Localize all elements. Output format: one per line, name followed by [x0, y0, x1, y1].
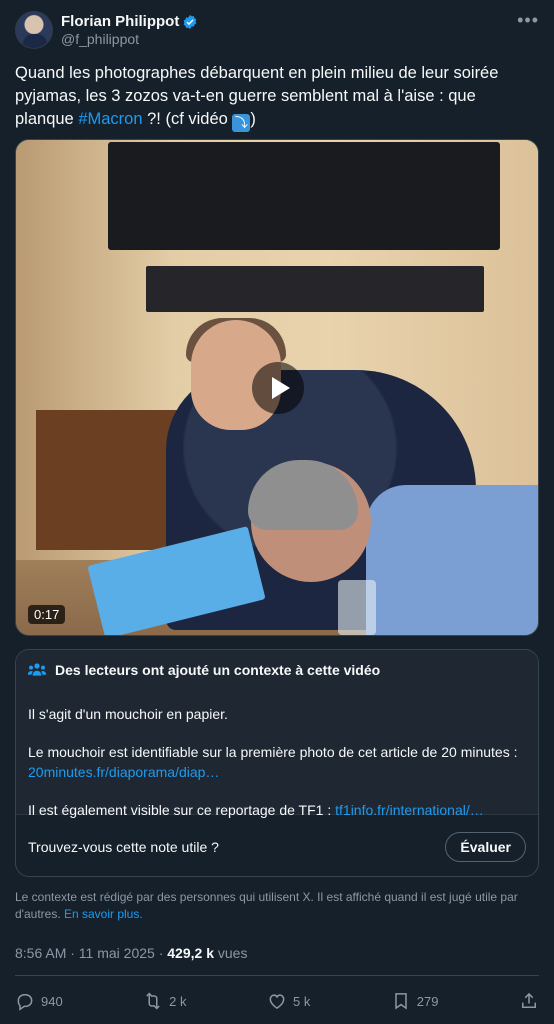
reply-icon	[17, 994, 33, 1011]
tweet-text-part2: ?! (cf vidéo	[142, 110, 233, 128]
video-frame-person-2	[366, 485, 538, 635]
note-line-3-text: Il est également visible sur ce reportag…	[28, 802, 336, 818]
community-note: Des lecteurs ont ajouté un contexte à ce…	[15, 649, 539, 877]
bookmark-count: 279	[416, 993, 439, 1009]
tweet-text-part3: )	[250, 110, 256, 128]
note-line-2: Le mouchoir est identifiable sur la prem…	[28, 742, 526, 782]
action-bar: 940 2 k 5 k 279	[15, 988, 539, 1014]
note-disclaimer: Le contexte est rédigé par des personnes…	[15, 889, 539, 923]
tweet-timestamp[interactable]: 8:56 AM · 11 mai 2025 ·	[15, 945, 167, 961]
note-link-tf1[interactable]: tf1info.fr/international/…	[335, 802, 484, 818]
rate-note-button[interactable]: Évaluer	[445, 831, 526, 862]
community-note-footer: Trouvez-vous cette note utile ? Évaluer	[16, 814, 538, 876]
like-button[interactable]: 5 k	[267, 991, 310, 1011]
tweet-text: Quand les photographes débarquent en ple…	[15, 62, 535, 132]
heart-icon	[269, 994, 285, 1009]
divider	[15, 975, 539, 976]
play-icon	[271, 377, 290, 399]
video-frame-glass	[338, 580, 376, 635]
reply-button[interactable]: 940	[15, 991, 63, 1011]
repost-count: 2 k	[169, 993, 187, 1009]
bookmark-icon	[395, 993, 407, 1010]
reply-count: 940	[41, 993, 63, 1009]
video-player[interactable]: 0:17	[15, 139, 539, 636]
arrow-down-emoji-icon: ⤵	[232, 114, 251, 132]
repost-icon	[146, 992, 160, 1010]
tweet-meta: 8:56 AM · 11 mai 2025 · 429,2 k vues	[15, 945, 247, 961]
repost-button[interactable]: 2 k	[143, 991, 187, 1011]
hashtag-link[interactable]: #Macron	[78, 110, 142, 128]
note-link-20minutes[interactable]: 20minutes.fr/diaporama/diap…	[28, 764, 219, 780]
bookmark-button[interactable]: 279	[391, 991, 439, 1011]
people-icon	[27, 663, 47, 676]
verified-badge-icon	[183, 14, 197, 29]
note-line-3: Il est également visible sur ce reportag…	[28, 800, 526, 820]
video-frame-speaker	[146, 266, 484, 312]
author-names: Florian Philippot @f_philippot	[61, 13, 198, 47]
share-button[interactable]	[519, 991, 539, 1011]
learn-more-link[interactable]: En savoir plus.	[64, 907, 143, 921]
author-handle[interactable]: @f_philippot	[61, 31, 198, 47]
community-note-header: Des lecteurs ont ajouté un contexte à ce…	[16, 650, 538, 690]
note-question: Trouvez-vous cette note utile ?	[28, 838, 219, 855]
video-duration: 0:17	[28, 605, 66, 624]
tweet-header: Florian Philippot @f_philippot •••	[15, 10, 539, 50]
play-button[interactable]	[252, 362, 304, 414]
views-count: 429,2 k	[167, 945, 214, 961]
note-line-1: Il s'agit d'un mouchoir en papier.	[28, 706, 228, 722]
author-name[interactable]: Florian Philippot	[61, 13, 179, 30]
community-note-title: Des lecteurs ont ajouté un contexte à ce…	[55, 662, 381, 678]
community-note-body: Il s'agit d'un mouchoir en papier. Le mo…	[16, 690, 538, 818]
views-label: vues	[213, 945, 248, 961]
like-count: 5 k	[292, 993, 311, 1009]
avatar[interactable]	[15, 11, 53, 49]
note-line-2-text: Le mouchoir est identifiable sur la prem…	[28, 744, 518, 760]
share-icon	[521, 992, 536, 1008]
more-options-icon[interactable]: •••	[517, 10, 539, 31]
video-frame-tv	[108, 142, 500, 250]
author-name-row: Florian Philippot	[61, 13, 198, 30]
